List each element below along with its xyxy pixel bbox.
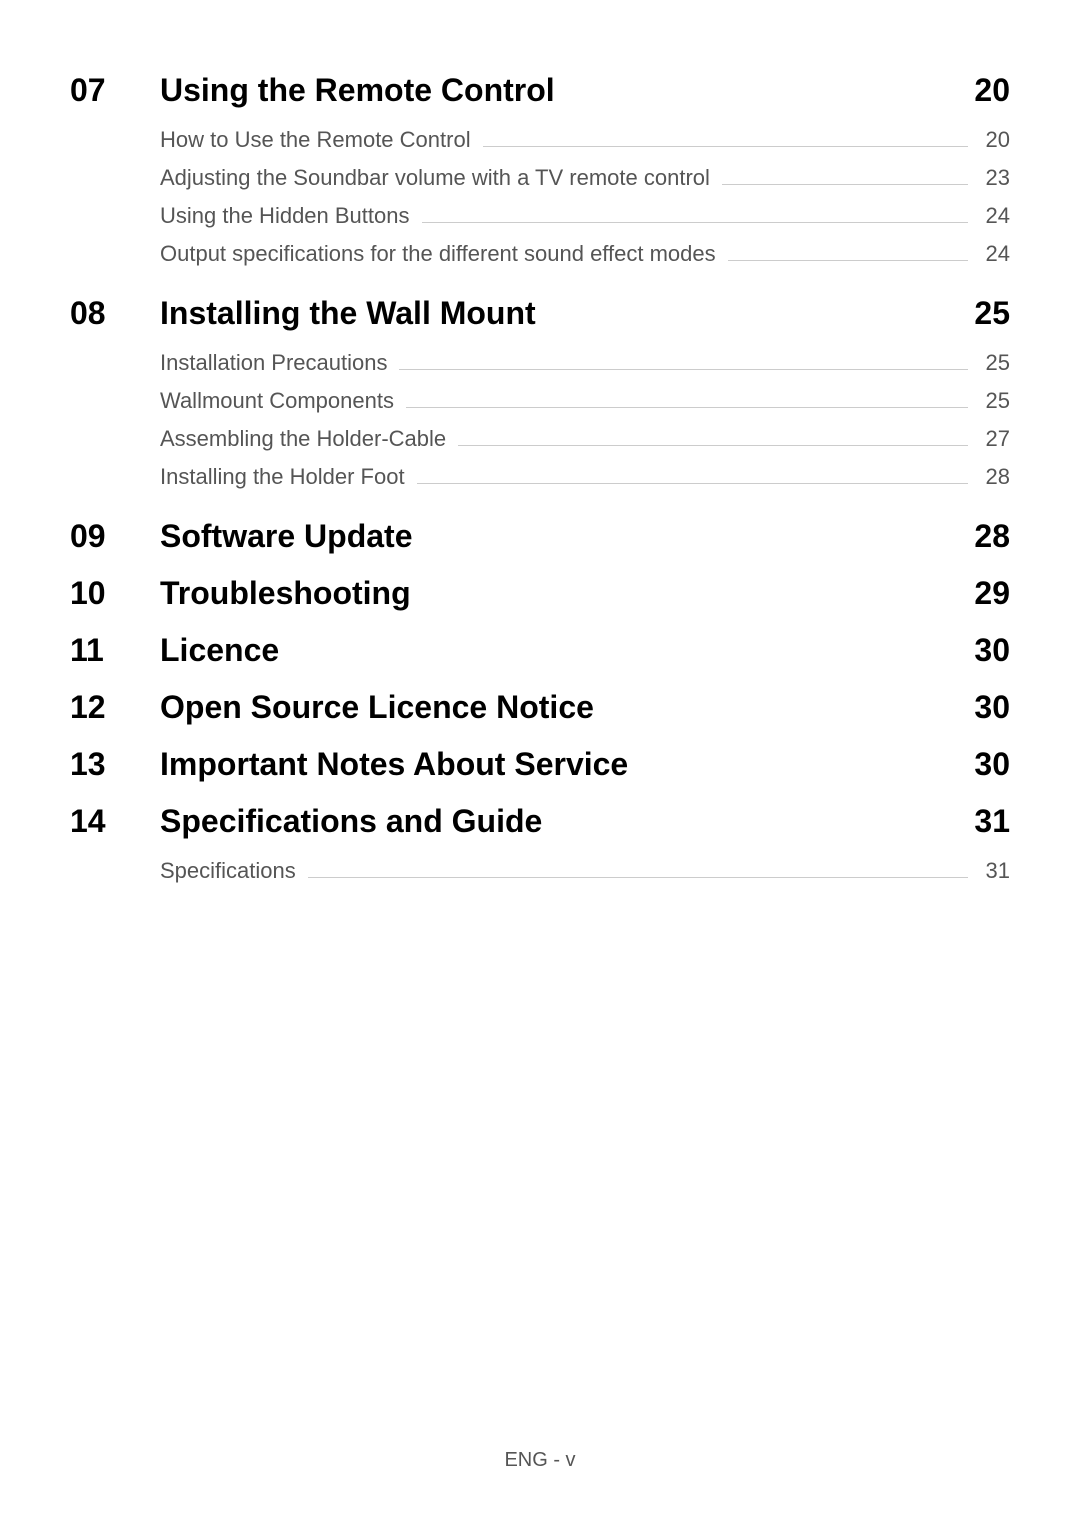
sub-page: 23 <box>980 165 1010 191</box>
toc-section-header[interactable]: 10 Troubleshooting 29 <box>70 575 1010 612</box>
section-title: Troubleshooting <box>160 575 960 612</box>
section-page: 31 <box>960 803 1010 840</box>
toc-section: 11 Licence 30 <box>70 632 1010 669</box>
sub-title: How to Use the Remote Control <box>160 127 471 153</box>
toc-section-header[interactable]: 13 Important Notes About Service 30 <box>70 746 1010 783</box>
section-page: 29 <box>960 575 1010 612</box>
sub-page: 25 <box>980 350 1010 376</box>
leader-line <box>728 260 968 261</box>
section-title: Using the Remote Control <box>160 72 960 109</box>
leader-line <box>417 483 968 484</box>
section-number: 12 <box>70 689 160 726</box>
toc-sub-entry[interactable]: Wallmount Components 25 <box>160 388 1010 414</box>
section-title: Important Notes About Service <box>160 746 960 783</box>
section-page: 30 <box>960 689 1010 726</box>
section-page: 20 <box>960 72 1010 109</box>
sub-title: Assembling the Holder-Cable <box>160 426 446 452</box>
section-number: 14 <box>70 803 160 840</box>
section-title: Installing the Wall Mount <box>160 295 960 332</box>
leader-line <box>483 146 968 147</box>
toc-section: 12 Open Source Licence Notice 30 <box>70 689 1010 726</box>
toc-section-header[interactable]: 09 Software Update 28 <box>70 518 1010 555</box>
sub-page: 27 <box>980 426 1010 452</box>
toc-section: 10 Troubleshooting 29 <box>70 575 1010 612</box>
section-number: 08 <box>70 295 160 332</box>
sub-title: Installing the Holder Foot <box>160 464 405 490</box>
table-of-contents: 07 Using the Remote Control 20 How to Us… <box>70 72 1010 884</box>
toc-sub-entry[interactable]: Adjusting the Soundbar volume with a TV … <box>160 165 1010 191</box>
toc-section: 14 Specifications and Guide 31 Specifica… <box>70 803 1010 884</box>
toc-section-header[interactable]: 07 Using the Remote Control 20 <box>70 72 1010 109</box>
leader-line <box>458 445 968 446</box>
sub-title: Output specifications for the different … <box>160 241 716 267</box>
section-page: 30 <box>960 632 1010 669</box>
leader-line <box>406 407 968 408</box>
sub-page: 31 <box>980 858 1010 884</box>
toc-section: 07 Using the Remote Control 20 How to Us… <box>70 72 1010 267</box>
leader-line <box>422 222 969 223</box>
toc-section-header[interactable]: 12 Open Source Licence Notice 30 <box>70 689 1010 726</box>
toc-sub-entry[interactable]: How to Use the Remote Control 20 <box>160 127 1010 153</box>
leader-line <box>308 877 968 878</box>
section-number: 07 <box>70 72 160 109</box>
toc-sub-entry[interactable]: Assembling the Holder-Cable 27 <box>160 426 1010 452</box>
sub-title: Installation Precautions <box>160 350 387 376</box>
toc-section: 09 Software Update 28 <box>70 518 1010 555</box>
sub-page: 20 <box>980 127 1010 153</box>
toc-section: 08 Installing the Wall Mount 25 Installa… <box>70 295 1010 490</box>
section-title: Licence <box>160 632 960 669</box>
toc-sub-entry[interactable]: Installation Precautions 25 <box>160 350 1010 376</box>
sub-title: Adjusting the Soundbar volume with a TV … <box>160 165 710 191</box>
sub-page: 24 <box>980 203 1010 229</box>
toc-section-header[interactable]: 14 Specifications and Guide 31 <box>70 803 1010 840</box>
toc-sub-entry[interactable]: Output specifications for the different … <box>160 241 1010 267</box>
section-page: 25 <box>960 295 1010 332</box>
section-page: 30 <box>960 746 1010 783</box>
sub-title: Using the Hidden Buttons <box>160 203 410 229</box>
sub-title: Wallmount Components <box>160 388 394 414</box>
sub-title: Specifications <box>160 858 296 884</box>
toc-section-header[interactable]: 08 Installing the Wall Mount 25 <box>70 295 1010 332</box>
leader-line <box>722 184 968 185</box>
section-title: Specifications and Guide <box>160 803 960 840</box>
section-number: 09 <box>70 518 160 555</box>
page-footer: ENG - v <box>0 1449 1080 1472</box>
section-title: Open Source Licence Notice <box>160 689 960 726</box>
sub-page: 24 <box>980 241 1010 267</box>
sub-page: 25 <box>980 388 1010 414</box>
toc-sub-entry[interactable]: Using the Hidden Buttons 24 <box>160 203 1010 229</box>
sub-page: 28 <box>980 464 1010 490</box>
section-page: 28 <box>960 518 1010 555</box>
section-number: 11 <box>70 632 160 669</box>
leader-line <box>399 369 968 370</box>
toc-section: 13 Important Notes About Service 30 <box>70 746 1010 783</box>
toc-sub-entry[interactable]: Installing the Holder Foot 28 <box>160 464 1010 490</box>
section-title: Software Update <box>160 518 960 555</box>
section-number: 10 <box>70 575 160 612</box>
toc-sub-entry[interactable]: Specifications 31 <box>160 858 1010 884</box>
toc-section-header[interactable]: 11 Licence 30 <box>70 632 1010 669</box>
section-number: 13 <box>70 746 160 783</box>
